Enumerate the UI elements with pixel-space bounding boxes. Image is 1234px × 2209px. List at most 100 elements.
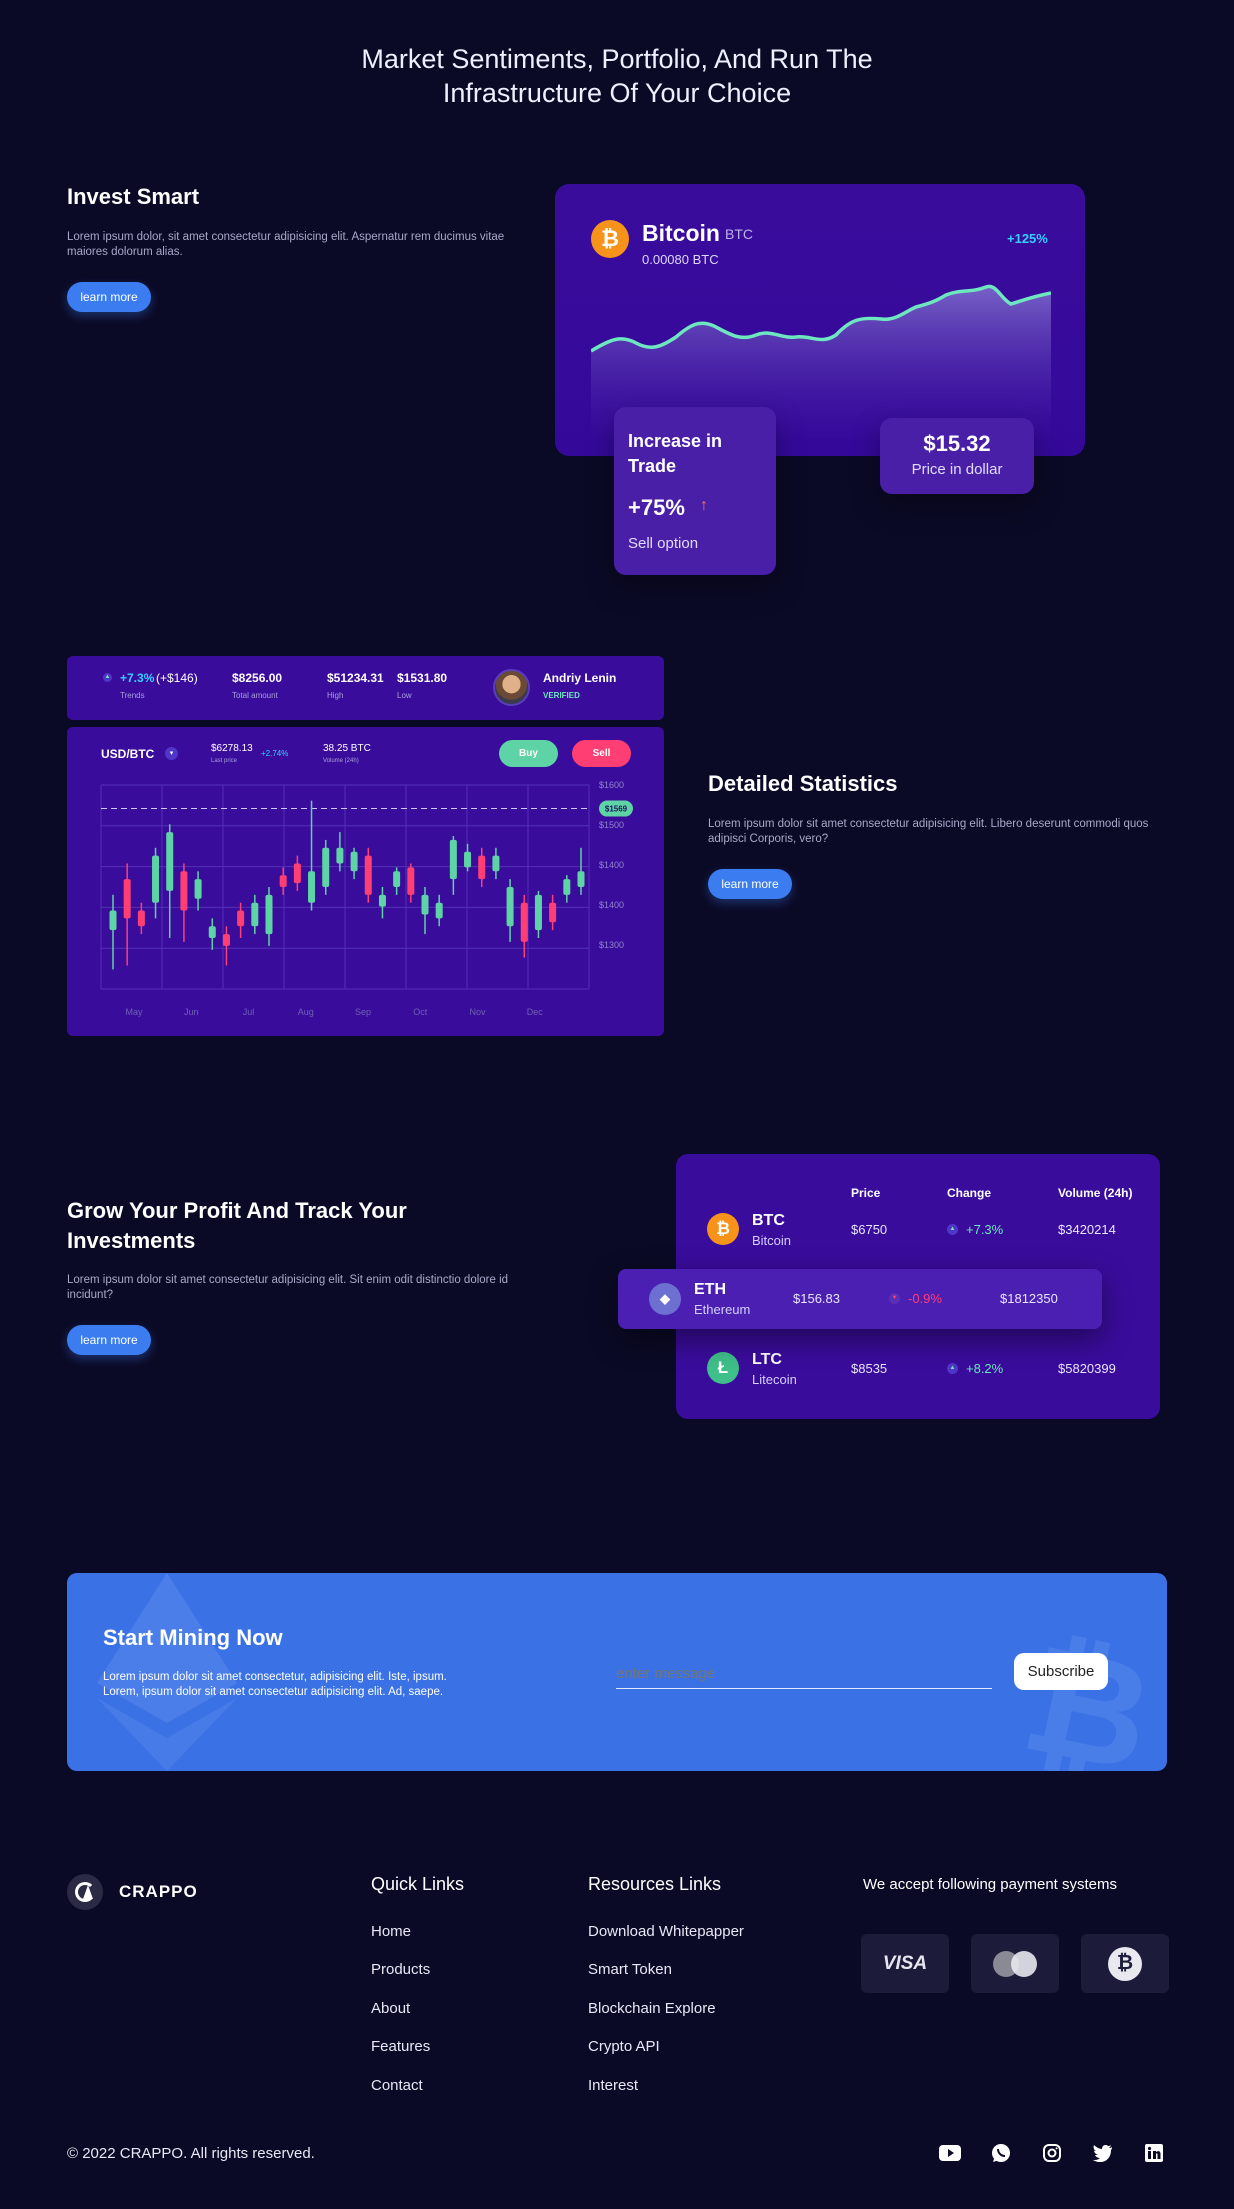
footer-link-whitepaper[interactable]: Download Whitepapper [588, 1923, 744, 1940]
row-volume: $5820399 [1058, 1361, 1116, 1376]
footer-link-blockchain-explore[interactable]: Blockchain Explore [588, 2000, 716, 2017]
y-tick-label: $1300 [599, 940, 624, 950]
invest-title: Invest Smart [67, 184, 200, 209]
track-title: Grow Your Profit And Track Your Investme… [67, 1196, 407, 1256]
bitcoin-icon: ₿ [591, 220, 629, 258]
triangle-up-icon: ▲ [947, 1224, 958, 1235]
track-learn-more-button[interactable]: learn more [67, 1325, 151, 1355]
header-change: Change [947, 1186, 992, 1200]
candle-body [492, 855, 500, 872]
x-tick-label: Aug [298, 1007, 314, 1017]
footer-link-smart-token[interactable]: Smart Token [588, 1961, 672, 1978]
avatar[interactable] [493, 669, 530, 706]
track-title-line1: Grow Your Profit And Track Your [67, 1198, 407, 1223]
footer-link-home[interactable]: Home [371, 1923, 411, 1940]
header-volume: Volume (24h) [1058, 1186, 1133, 1200]
trade-card: Increase in Trade +75% ↑ Sell option [614, 407, 776, 575]
row-change: +8.2% [966, 1361, 1004, 1376]
footer-link-crypto-api[interactable]: Crypto API [588, 2038, 660, 2055]
candle-body [577, 871, 585, 887]
candle-body [350, 851, 358, 872]
copyright: © 2022 CRAPPO. All rights reserved. [67, 2145, 315, 2162]
high-label: High [327, 691, 344, 700]
high-value: $51234.31 [327, 671, 384, 685]
price-label: Price in dollar [911, 461, 1003, 478]
y-tick-label: $1400 [599, 900, 624, 910]
candle-body [123, 879, 131, 919]
candle-body [222, 934, 230, 946]
row-symbol: BTC [752, 1212, 785, 1229]
subscribe-button[interactable]: Subscribe [1014, 1653, 1108, 1690]
candle-body [293, 863, 301, 884]
message-input[interactable] [616, 1659, 992, 1689]
arrow-up-icon: ↑ [700, 497, 708, 514]
candle-body [563, 879, 571, 895]
btc-icon: ₿ [707, 1213, 739, 1245]
mining-title: Start Mining Now [103, 1625, 283, 1650]
candle-body [435, 902, 443, 919]
trend-value: +7.3% [120, 671, 155, 685]
footer-link-interest[interactable]: Interest [588, 2077, 638, 2094]
crappo-logo-icon[interactable] [67, 1874, 103, 1910]
x-tick-label: Jul [243, 1007, 255, 1017]
candlestick-chart: $1600 $1500 $1400 $1400 $1300 $1569 May Jun Jul A… [100, 780, 633, 1017]
candle-body [364, 855, 372, 895]
stats-text: Lorem ipsum dolor sit amet consectetur a… [708, 818, 1149, 845]
bitcoin-amount: 0.00080 BTC [642, 252, 719, 267]
instagram-icon[interactable] [1041, 2142, 1063, 2164]
invest-learn-more-button[interactable]: learn more [67, 282, 151, 312]
row-change: +7.3% [966, 1222, 1004, 1237]
mining-text: Lorem ipsum dolor sit amet consectetur, … [103, 1670, 447, 1700]
bitcoin-change: +125% [1007, 231, 1048, 246]
row-name: Litecoin [752, 1372, 797, 1387]
footer-link-contact[interactable]: Contact [371, 2077, 423, 2094]
row-name: Ethereum [694, 1302, 751, 1317]
low-value: $1531.80 [397, 671, 448, 685]
track-text: Lorem ipsum dolor sit amet consectetur a… [67, 1274, 509, 1301]
table-row-highlighted[interactable]: ◆ ETH Ethereum $156.83 ▼ -0.9% $1812350 [618, 1269, 1102, 1329]
user-status: VERIFIED [543, 691, 580, 700]
chevron-down-icon[interactable]: ▾ [165, 747, 178, 760]
mining-text-line2: Lorem, ipsum dolor sit amet consectetur … [103, 1686, 444, 1698]
candlestick-panel: USD/BTC ▾ $6278.13 +2.74% Last price 38.… [67, 727, 664, 1036]
mastercard-card [971, 1934, 1059, 1993]
eth-icon: ◆ [649, 1283, 681, 1315]
bitcoin-symbol: BTC [725, 226, 753, 242]
total-amount: $8256.00 [232, 671, 283, 685]
row-change: -0.9% [908, 1291, 942, 1306]
y-tick-label: $1600 [599, 780, 624, 790]
footer-link-about[interactable]: About [371, 2000, 410, 2017]
footer-link-products[interactable]: Products [371, 1961, 430, 1978]
sell-button[interactable]: Sell [572, 740, 631, 767]
bitcoin-name: Bitcoin [642, 220, 720, 246]
total-amount-label: Total amount [232, 691, 278, 700]
candle-body [478, 855, 486, 880]
candle-body [208, 926, 216, 938]
footer-link-features[interactable]: Features [371, 2038, 430, 2055]
trade-card-sub: Sell option [628, 535, 699, 552]
pair-label: USD/BTC [101, 747, 155, 761]
x-tick-label: Jun [184, 1007, 199, 1017]
stats-learn-more-button[interactable]: learn more [708, 869, 792, 899]
triangle-up-icon: ▲ [103, 673, 112, 682]
last-change: +2.74% [261, 749, 289, 758]
candle-body [534, 894, 542, 931]
track-title-line2: Investments [67, 1228, 196, 1253]
whatsapp-icon[interactable] [990, 2142, 1012, 2164]
bitcoin-watermark-icon: ₿ [1010, 1613, 1166, 1771]
candle-body [137, 910, 145, 927]
x-tick-label: Sep [355, 1007, 371, 1017]
hero-title-line2: Infrastructure Of Your Choice [442, 78, 792, 108]
header-price: Price [851, 1186, 881, 1200]
buy-button[interactable]: Buy [499, 740, 558, 767]
candle-body [378, 894, 386, 907]
youtube-icon[interactable] [939, 2142, 961, 2164]
resources-links-title: Resources Links [588, 1874, 722, 1894]
candle-body [421, 894, 429, 915]
candle-body [336, 847, 344, 864]
linkedin-icon[interactable] [1143, 2142, 1165, 2164]
mining-text-line1: Lorem ipsum dolor sit amet consectetur, … [103, 1671, 447, 1683]
x-tick-label: Oct [413, 1007, 428, 1017]
price-card: $15.32 Price in dollar [880, 418, 1034, 494]
twitter-icon[interactable] [1092, 2142, 1114, 2164]
